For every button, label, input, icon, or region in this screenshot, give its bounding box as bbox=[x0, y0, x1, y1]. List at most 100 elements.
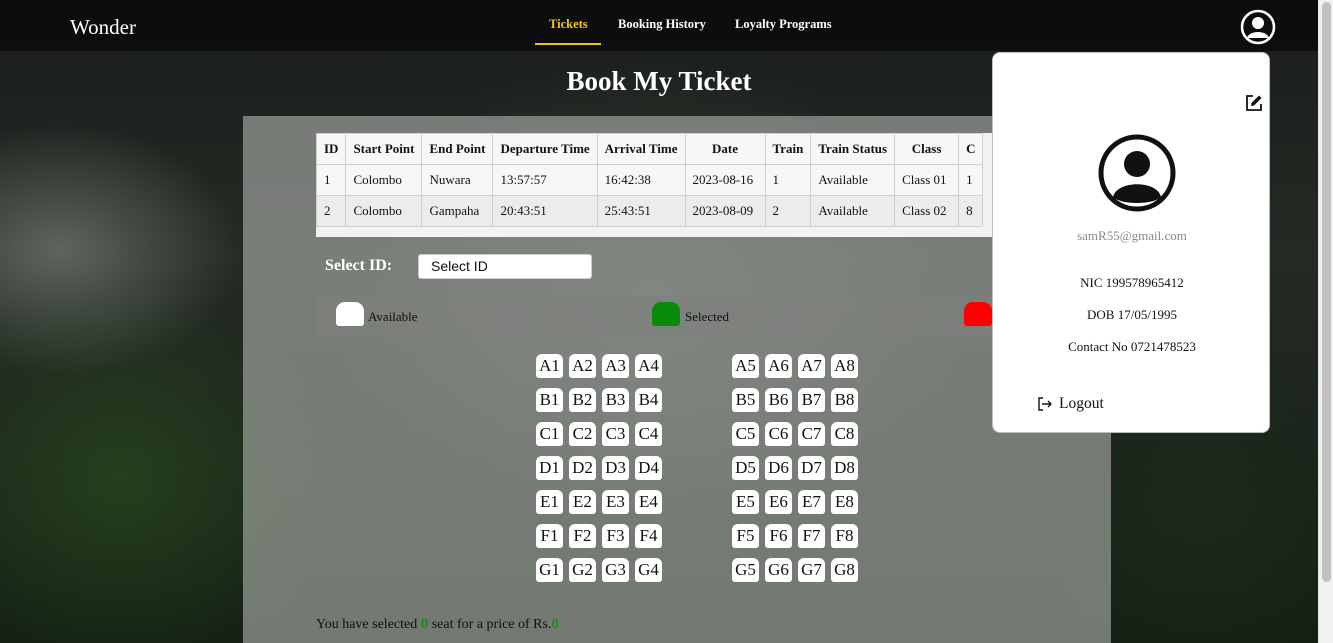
profile-nic: NIC 199578965412 bbox=[1080, 275, 1184, 290]
seat-button[interactable]: A8 bbox=[831, 354, 858, 378]
seat-row: B1 B2 B3 B4 bbox=[536, 388, 662, 415]
seat-button[interactable]: A4 bbox=[635, 354, 662, 378]
nav-active-indicator bbox=[535, 43, 601, 45]
seat-button[interactable]: F4 bbox=[635, 524, 662, 548]
brand-logo[interactable]: Wonder bbox=[70, 15, 136, 40]
seat-button[interactable]: G3 bbox=[602, 558, 629, 582]
seat-button[interactable]: G1 bbox=[536, 558, 563, 582]
seat-button[interactable]: C4 bbox=[635, 422, 662, 446]
seat-button[interactable]: B2 bbox=[569, 388, 596, 412]
cell: 1 bbox=[764, 164, 812, 196]
seat-button[interactable]: B8 bbox=[831, 388, 858, 412]
profile-avatar bbox=[1097, 133, 1177, 213]
seat-button[interactable]: E1 bbox=[536, 490, 563, 514]
seat-button[interactable]: E2 bbox=[569, 490, 596, 514]
logout-arrow-icon bbox=[1038, 397, 1052, 411]
seat-button[interactable]: F7 bbox=[798, 524, 825, 548]
legend-booked-swatch bbox=[964, 302, 992, 326]
legend-available-label: Available bbox=[368, 309, 418, 324]
seat-button[interactable]: A7 bbox=[798, 354, 825, 378]
page-scrollbar[interactable] bbox=[1318, 0, 1333, 643]
seat-button[interactable]: C2 bbox=[569, 422, 596, 446]
seat-button[interactable]: A5 bbox=[732, 354, 759, 378]
seat-button[interactable]: E7 bbox=[798, 490, 825, 514]
seat-button[interactable]: D7 bbox=[798, 456, 825, 480]
seat-button[interactable]: F2 bbox=[569, 524, 596, 548]
seat-button[interactable]: A6 bbox=[765, 354, 792, 378]
logout-button[interactable]: Logout bbox=[1037, 395, 1104, 413]
summary-middle: seat for a price of Rs. bbox=[431, 617, 552, 632]
seat-row: B5 B6 B7 B8 bbox=[732, 388, 858, 415]
header-class: Class bbox=[894, 133, 960, 165]
scrollbar-thumb[interactable] bbox=[1322, 2, 1331, 582]
seat-button[interactable]: A2 bbox=[569, 354, 596, 378]
schedule-table-container[interactable]: ID Start Point End Point Departure Time … bbox=[316, 133, 996, 237]
user-avatar-button[interactable] bbox=[1240, 9, 1276, 45]
nav-tickets[interactable]: Tickets bbox=[549, 17, 588, 32]
seat-button[interactable]: A1 bbox=[536, 354, 563, 378]
edit-pencil-icon bbox=[1246, 95, 1262, 111]
seat-button[interactable]: F8 bbox=[831, 524, 858, 548]
seat-button[interactable]: D8 bbox=[831, 456, 858, 480]
nav-booking-history[interactable]: Booking History bbox=[618, 17, 706, 32]
seat-button[interactable]: F1 bbox=[536, 524, 563, 548]
seat-button[interactable]: F3 bbox=[602, 524, 629, 548]
table-header-row: ID Start Point End Point Departure Time … bbox=[316, 133, 984, 165]
profile-contact: Contact No 0721478523 bbox=[1068, 339, 1196, 354]
seat-button[interactable]: E3 bbox=[602, 490, 629, 514]
seat-row: F1 F2 F3 F4 bbox=[536, 524, 662, 551]
cell: 2023-08-09 bbox=[684, 195, 766, 227]
header-train: Train bbox=[764, 133, 812, 165]
cell: 8 bbox=[958, 195, 984, 227]
seat-legend: Available Selected bbox=[316, 296, 996, 338]
seat-button[interactable]: E6 bbox=[765, 490, 792, 514]
seat-button[interactable]: C6 bbox=[765, 422, 792, 446]
user-circle-icon bbox=[1098, 134, 1176, 212]
seat-button[interactable]: G6 bbox=[765, 558, 792, 582]
header-id: ID bbox=[316, 133, 347, 165]
seat-button[interactable]: B4 bbox=[635, 388, 662, 412]
seat-button[interactable]: G8 bbox=[831, 558, 858, 582]
seat-button[interactable]: C5 bbox=[732, 422, 759, 446]
seat-button[interactable]: D5 bbox=[732, 456, 759, 480]
seat-button[interactable]: C7 bbox=[798, 422, 825, 446]
header-end-point: End Point bbox=[421, 133, 494, 165]
seat-row: A1 A2 A3 A4 bbox=[536, 354, 662, 381]
seat-button[interactable]: B6 bbox=[765, 388, 792, 412]
seat-button[interactable]: E4 bbox=[635, 490, 662, 514]
seat-button[interactable]: D1 bbox=[536, 456, 563, 480]
seat-button[interactable]: G5 bbox=[732, 558, 759, 582]
seat-button[interactable]: E5 bbox=[732, 490, 759, 514]
selected-seat-count: 0 bbox=[420, 616, 429, 632]
seat-button[interactable]: D2 bbox=[569, 456, 596, 480]
seat-button[interactable]: B5 bbox=[732, 388, 759, 412]
seat-button[interactable]: D6 bbox=[765, 456, 792, 480]
table-row[interactable]: 1 Colombo Nuwara 13:57:57 16:42:38 2023-… bbox=[316, 164, 984, 196]
seat-button[interactable]: G4 bbox=[635, 558, 662, 582]
seat-button[interactable]: F5 bbox=[732, 524, 759, 548]
total-price: 0 bbox=[551, 616, 559, 632]
cell: 2023-08-16 bbox=[684, 164, 766, 196]
edit-profile-button[interactable] bbox=[1244, 93, 1264, 113]
seat-button[interactable]: G2 bbox=[569, 558, 596, 582]
seat-button[interactable]: C1 bbox=[536, 422, 563, 446]
header-arrival-time: Arrival Time bbox=[596, 133, 686, 165]
seat-button[interactable]: F6 bbox=[765, 524, 792, 548]
table-row[interactable]: 2 Colombo Gampaha 20:43:51 25:43:51 2023… bbox=[316, 195, 984, 227]
seat-button[interactable]: G7 bbox=[798, 558, 825, 582]
seat-button[interactable]: C8 bbox=[831, 422, 858, 446]
seat-button[interactable]: D4 bbox=[635, 456, 662, 480]
seat-button[interactable]: A3 bbox=[602, 354, 629, 378]
seat-button[interactable]: E8 bbox=[831, 490, 858, 514]
select-id-dropdown[interactable]: Select ID bbox=[418, 254, 592, 279]
seat-button[interactable]: D3 bbox=[602, 456, 629, 480]
seat-row: A5 A6 A7 A8 bbox=[732, 354, 858, 381]
seat-button[interactable]: B3 bbox=[602, 388, 629, 412]
cell: 13:57:57 bbox=[492, 164, 598, 196]
nav-loyalty-programs[interactable]: Loyalty Programs bbox=[735, 17, 832, 32]
seat-button[interactable]: B1 bbox=[536, 388, 563, 412]
cell: Colombo bbox=[345, 195, 423, 227]
seat-button[interactable]: C3 bbox=[602, 422, 629, 446]
seat-row: D1 D2 D3 D4 bbox=[536, 456, 662, 483]
seat-button[interactable]: B7 bbox=[798, 388, 825, 412]
